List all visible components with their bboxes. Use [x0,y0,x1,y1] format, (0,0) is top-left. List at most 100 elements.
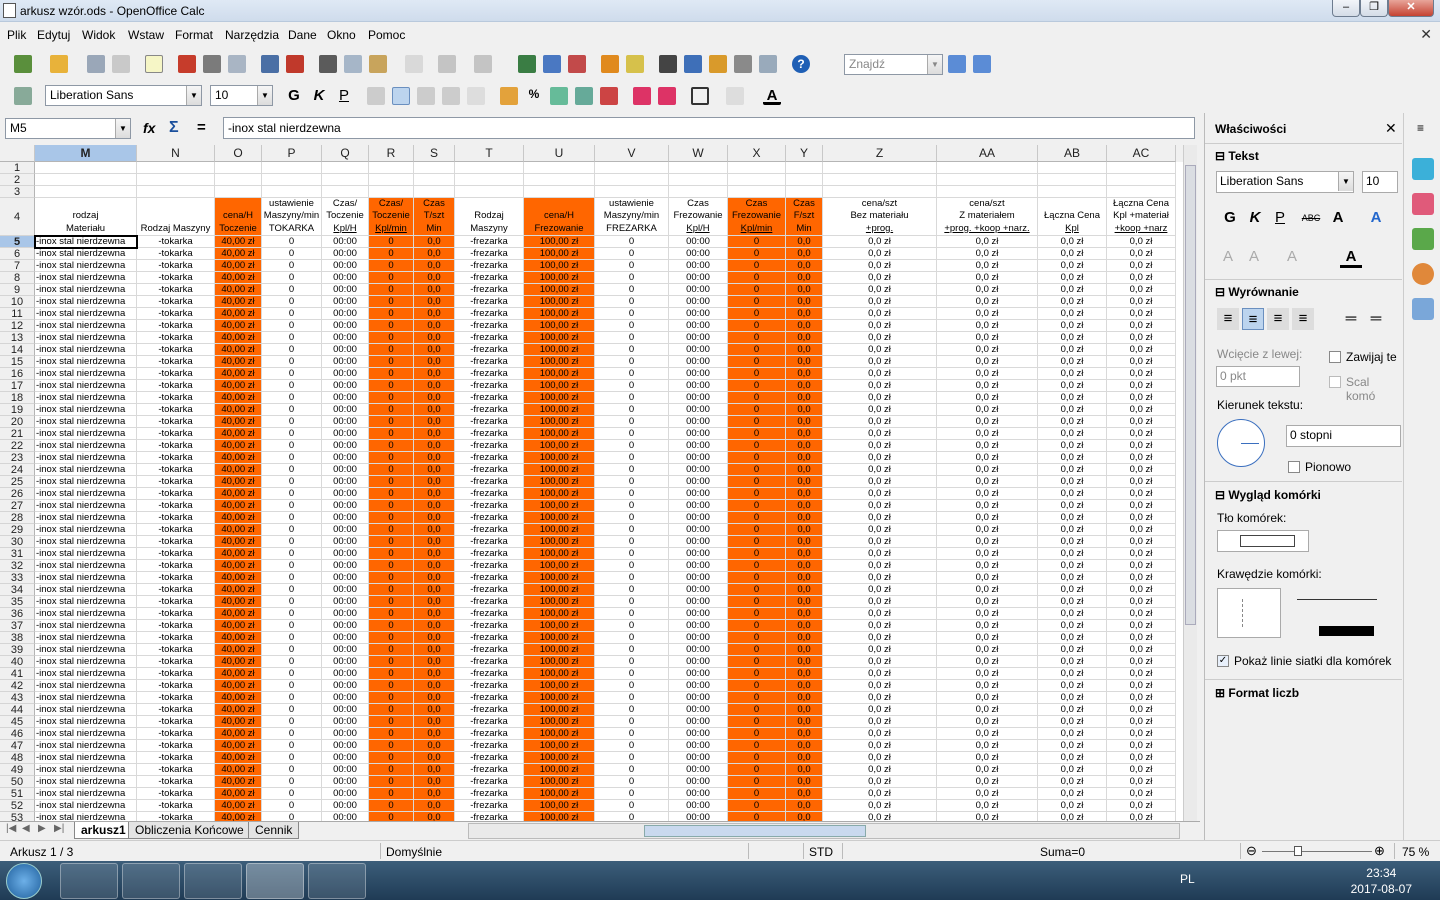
cell[interactable]: -inox stal nierdzewna [35,356,137,368]
cell[interactable]: 00:00 [322,428,369,440]
cell[interactable]: 0,0 zł [1107,440,1176,452]
column-header-v[interactable]: V [595,145,669,162]
cell[interactable]: 0,0 [414,284,455,296]
cell[interactable]: 0,0 zł [823,584,937,596]
row-header[interactable]: 40 [0,656,35,668]
cell[interactable]: 0 [595,272,669,284]
cell[interactable]: 0 [728,332,786,344]
cell[interactable]: 0,0 zł [823,440,937,452]
cell[interactable]: 0,0 [414,344,455,356]
cell[interactable]: 0,0 [414,560,455,572]
styles-icon[interactable] [14,87,32,105]
row-header[interactable]: 1 [0,162,35,174]
cell[interactable]: -inox stal nierdzewna [35,260,137,272]
cell[interactable]: 0 [728,272,786,284]
cell[interactable]: 0,0 [414,428,455,440]
cell[interactable]: 100,00 zł [524,572,595,584]
cell[interactable]: 0,0 zł [1038,728,1107,740]
redo-icon[interactable] [474,55,492,73]
wrap-checkbox[interactable] [1329,351,1341,363]
cell[interactable]: 0 [595,524,669,536]
cell[interactable]: 00:00 [669,716,728,728]
cell[interactable]: 100,00 zł [524,284,595,296]
cell[interactable]: 100,00 zł [524,764,595,776]
cell[interactable]: 0,0 [786,620,823,632]
cell[interactable]: 0,0 [414,500,455,512]
cell[interactable]: 40,00 zł [215,656,262,668]
cell[interactable] [322,174,369,186]
cell[interactable]: 00:00 [669,416,728,428]
cell[interactable]: -inox stal nierdzewna [35,680,137,692]
cell[interactable]: 0,0 zł [1107,632,1176,644]
cell[interactable]: 0 [595,596,669,608]
cell[interactable] [35,162,137,174]
cell[interactable]: -inox stal nierdzewna [35,236,137,248]
cell[interactable]: 00:00 [322,284,369,296]
cell[interactable]: 0 [262,728,322,740]
cell[interactable]: 0 [369,512,414,524]
cell[interactable]: 0,0 zł [937,632,1038,644]
cell[interactable]: 0,0 zł [937,440,1038,452]
cell[interactable]: -frezarka [455,704,524,716]
cell[interactable]: 40,00 zł [215,680,262,692]
row-header[interactable]: 32 [0,560,35,572]
cell[interactable]: -frezarka [455,740,524,752]
cell[interactable]: -tokarka [137,800,215,812]
cell[interactable]: -tokarka [137,644,215,656]
cell[interactable]: 0 [369,764,414,776]
rotation-dial[interactable] [1217,419,1265,467]
cell[interactable]: 0,0 [786,248,823,260]
cell[interactable] [669,174,728,186]
help-icon[interactable]: ? [792,55,810,73]
cell[interactable]: 0 [262,332,322,344]
cell[interactable]: 0,0 zł [937,704,1038,716]
page-style[interactable]: Domyślnie [386,845,442,859]
cell[interactable]: -inox stal nierdzewna [35,440,137,452]
header-cell[interactable]: Rodzaj Maszyny [137,198,215,236]
cell[interactable]: 0 [262,236,322,248]
cell[interactable]: 00:00 [669,572,728,584]
column-header-u[interactable]: U [524,145,595,162]
cell[interactable]: 0 [595,392,669,404]
cell[interactable]: 0 [595,644,669,656]
cell[interactable]: -inox stal nierdzewna [35,572,137,584]
cell[interactable]: 0,0 zł [1107,380,1176,392]
cell[interactable]: -tokarka [137,476,215,488]
cell[interactable]: 00:00 [669,620,728,632]
cell[interactable]: -tokarka [137,716,215,728]
cell[interactable]: 00:00 [322,632,369,644]
cell[interactable]: 0 [369,272,414,284]
menu-narzedzia[interactable]: Narzędzia [225,28,279,42]
cell[interactable]: 0,0 zł [1038,668,1107,680]
cell[interactable] [369,174,414,186]
cell[interactable]: 100,00 zł [524,812,595,821]
cell[interactable] [1107,174,1176,186]
section-cell-toggle[interactable]: ⊟ Wygląd komórki [1215,488,1321,502]
cell[interactable]: -frezarka [455,596,524,608]
row-header[interactable]: 41 [0,668,35,680]
cell[interactable]: 0 [595,632,669,644]
column-header-ac[interactable]: AC [1107,145,1176,162]
cell[interactable]: 0 [262,392,322,404]
sidebar-underline-icon[interactable]: P [1269,207,1291,229]
cell[interactable]: 0,0 zł [1038,404,1107,416]
cell[interactable]: 40,00 zł [215,596,262,608]
header-cell[interactable]: Czas Frezowanie Kpl/H [669,198,728,236]
cell[interactable]: 0 [369,500,414,512]
vertical-scrollbar[interactable] [1183,145,1197,821]
cell[interactable]: 00:00 [669,248,728,260]
cell[interactable]: 00:00 [322,392,369,404]
cell[interactable]: -frezarka [455,560,524,572]
menu-plik[interactable]: Plik [7,28,26,42]
cell[interactable] [369,186,414,198]
cell[interactable]: 100,00 zł [524,632,595,644]
cell[interactable]: 40,00 zł [215,416,262,428]
cell[interactable]: -inox stal nierdzewna [35,320,137,332]
cell[interactable] [369,162,414,174]
chart-icon[interactable] [601,55,619,73]
cell[interactable]: 0 [728,704,786,716]
cell[interactable]: 0 [369,716,414,728]
cell[interactable]: -tokarka [137,404,215,416]
cell[interactable]: 100,00 zł [524,680,595,692]
cell[interactable]: 0 [369,404,414,416]
